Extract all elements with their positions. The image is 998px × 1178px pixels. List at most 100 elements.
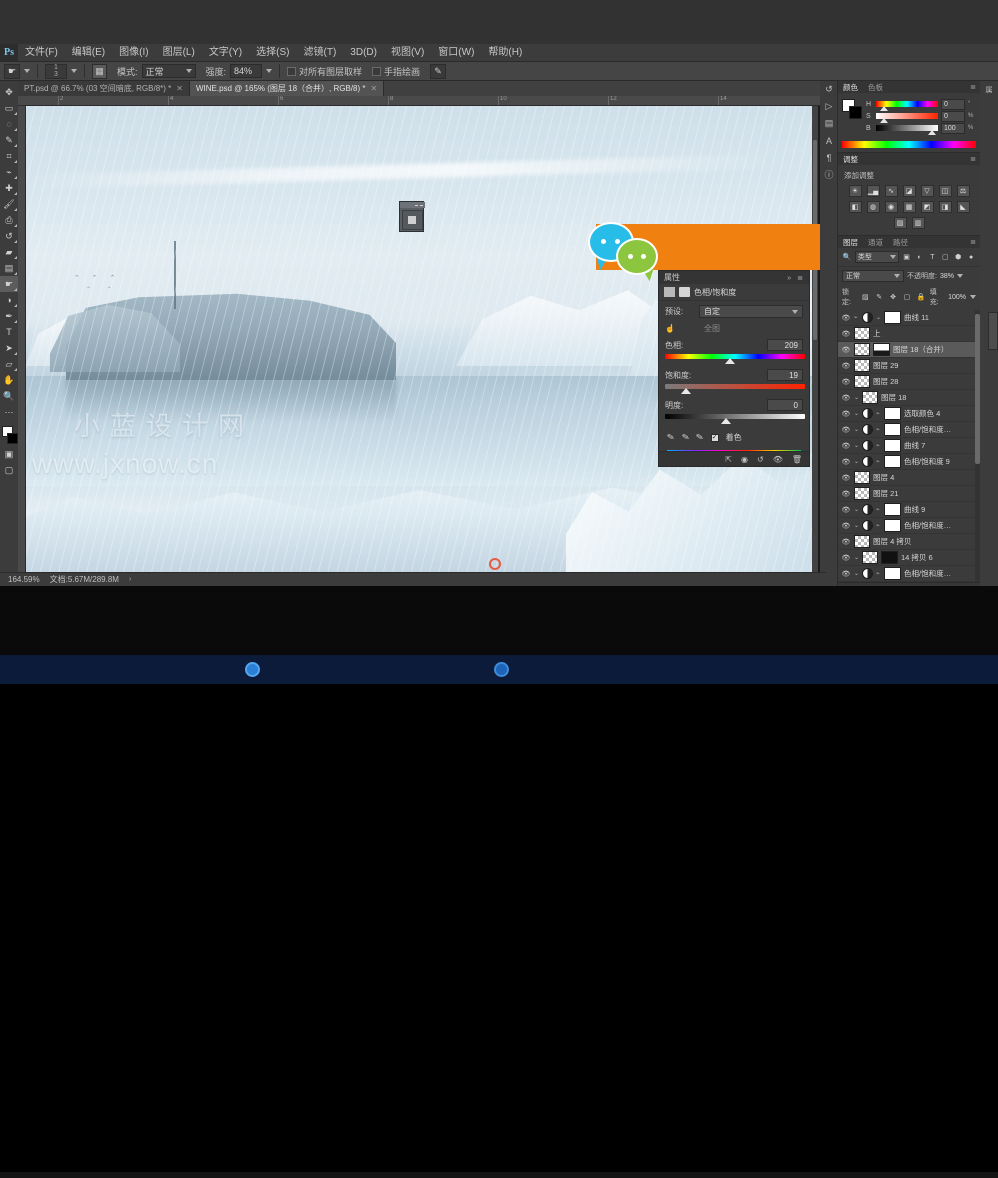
photo-filter-icon[interactable]: ◍ (867, 201, 880, 213)
table-row[interactable]: 👁 图层 29 (838, 358, 980, 374)
layers-list[interactable]: 👁 ⌁ ⌄ 曲线 11 👁 上 👁 (838, 310, 980, 582)
lock-image-icon[interactable]: ✎ (874, 292, 884, 303)
color-panel-swatches[interactable] (842, 99, 862, 119)
lightness-thumb[interactable] (721, 418, 731, 424)
table-row[interactable]: 👁 ⌄ ⌁ 选取颜色 4 (838, 406, 980, 422)
tab-layers[interactable]: 图层 (843, 237, 858, 248)
history-icon[interactable]: ↺ (820, 81, 838, 98)
zoom-level[interactable]: 164.59% (8, 575, 40, 584)
floating-mini-window-titlebar[interactable] (400, 202, 425, 208)
layer-visibility-icon[interactable]: 👁 (841, 314, 851, 322)
layer-mask-thumb[interactable] (884, 567, 901, 580)
close-icon-tab-wine[interactable]: ✕ (370, 84, 377, 93)
layer-pixel-thumb[interactable] (862, 391, 878, 404)
table-row[interactable]: 👁 ⌄ ⌁ 色相/饱和度… (838, 518, 980, 534)
layer-adjustment-thumb[interactable] (862, 456, 873, 467)
table-row[interactable]: 👁 ⌄ ⌁ 色相/饱和度… (838, 422, 980, 438)
vibrance-icon[interactable]: ▽ (921, 185, 934, 197)
chevron-down-icon-strength[interactable] (266, 69, 272, 73)
exposure-icon[interactable]: ◪ (903, 185, 916, 197)
layer-mask-thumb[interactable] (884, 439, 901, 452)
layer-mask-thumb[interactable] (884, 407, 901, 420)
eyedropper-subtract-icon[interactable]: ✎ (695, 431, 704, 443)
finger-painting-checkbox[interactable]: 手指绘画 (372, 65, 420, 78)
layer-adjustment-thumb[interactable] (862, 312, 873, 323)
layer-pixel-thumb[interactable] (854, 471, 870, 484)
table-row[interactable]: 👁 图层 4 拷贝 (838, 534, 980, 550)
hue-channel-value[interactable]: 0 (941, 99, 965, 110)
menu-item-edit[interactable]: 编辑(E) (65, 44, 112, 62)
layer-name[interactable]: 图层 21 (873, 488, 980, 499)
table-row[interactable]: 👁 图层 4 (838, 470, 980, 486)
channel-select[interactable]: 全图 (699, 322, 803, 334)
table-row[interactable]: 👁 图层 18（合并） (838, 342, 980, 358)
hue-thumb[interactable] (725, 358, 735, 364)
layer-adjustment-thumb[interactable] (862, 504, 873, 515)
info-icon[interactable]: ⓘ (820, 166, 838, 183)
blend-mode-select[interactable]: 正常 (142, 64, 196, 78)
layer-pixel-thumb[interactable] (854, 327, 870, 340)
layer-adjustment-thumb[interactable] (862, 424, 873, 435)
dock-far-label[interactable]: 属 (980, 86, 998, 96)
layer-visibility-icon[interactable]: 👁 (841, 362, 851, 370)
tab-properties[interactable]: 属性 (664, 272, 680, 283)
hue-slider[interactable] (659, 353, 809, 364)
preset-select[interactable]: 自定 (699, 305, 803, 318)
layer-visibility-icon[interactable]: 👁 (841, 490, 851, 498)
sample-all-layers-checkbox[interactable]: 对所有图层取样 (287, 65, 362, 78)
table-row[interactable]: 👁 图层 28 (838, 374, 980, 390)
saturation-channel-value[interactable]: 0 (941, 111, 965, 122)
clone-stamp-tool[interactable]: ⎙ (0, 212, 18, 228)
layer-adjustment-thumb[interactable] (862, 408, 873, 419)
reset-icon[interactable]: ↺ (757, 455, 764, 464)
quick-mask-toggle[interactable]: ▣ (0, 446, 18, 462)
type-tool[interactable]: T (0, 324, 18, 340)
panel-menu-icon[interactable]: ≣ (797, 275, 805, 282)
posterize-icon[interactable]: ◨ (939, 201, 952, 213)
libraries-icon[interactable]: ▤ (820, 115, 838, 132)
layer-blend-mode-select[interactable]: 正常 (842, 270, 904, 282)
lock-artboard-icon[interactable]: ▢ (902, 292, 912, 303)
chevron-down-icon[interactable] (24, 69, 30, 73)
layer-visibility-icon[interactable]: 👁 (841, 330, 851, 338)
paragraph-icon[interactable]: ¶ (820, 149, 838, 166)
layer-visibility-icon[interactable]: 👁 (841, 538, 851, 546)
hand-tool[interactable]: ✋ (0, 372, 18, 388)
screen-mode-toggle[interactable]: ▢ (0, 462, 18, 478)
table-row[interactable]: 👁 ⌄ 14 拷贝 6 (838, 550, 980, 566)
layer-name[interactable]: 色相/饱和度… (904, 568, 980, 579)
lightness-slider[interactable] (659, 413, 809, 424)
actions-icon[interactable]: ▷ (820, 98, 838, 115)
marquee-tool[interactable]: ▭ (0, 100, 18, 116)
layer-visibility-icon[interactable]: 👁 (841, 410, 851, 418)
gradient-tool[interactable]: ▤ (0, 260, 18, 276)
layer-pixel-thumb[interactable] (854, 359, 870, 372)
layer-mask-thumb[interactable] (881, 551, 898, 564)
curves-icon[interactable]: ∿ (885, 185, 898, 197)
type-filter-icon[interactable]: T (927, 252, 937, 263)
menu-item-help[interactable]: 帮助(H) (481, 44, 529, 62)
table-row[interactable]: 👁 上 (838, 326, 980, 342)
menu-item-view[interactable]: 视图(V) (384, 44, 431, 62)
layer-adjustment-thumb[interactable] (862, 568, 873, 579)
layer-name[interactable]: 色相/饱和度… (904, 520, 980, 531)
tab-color[interactable]: 颜色 (843, 82, 858, 93)
path-select-tool[interactable]: ➤ (0, 340, 18, 356)
tab-swatches[interactable]: 色板 (868, 82, 883, 93)
delete-icon[interactable]: 🗑 (792, 455, 802, 464)
taskbar-item-2[interactable] (494, 662, 509, 677)
lock-position-icon[interactable]: ✥ (888, 292, 898, 303)
quick-select-tool[interactable]: ✎ (0, 132, 18, 148)
layer-visibility-icon[interactable]: 👁 (841, 442, 851, 450)
document-tab-pt[interactable]: PT.psd @ 66.7% (03 空间暗底, RGB/8*) * ✕ (18, 81, 190, 96)
black-white-icon[interactable]: ◧ (849, 201, 862, 213)
layer-visibility-icon[interactable]: 👁 (841, 426, 851, 434)
adjustments-panel-menu-icon[interactable]: ≣ (970, 155, 976, 163)
color-balance-icon[interactable]: ⚖ (957, 185, 970, 197)
zoom-tool[interactable]: 🔍 (0, 388, 18, 404)
layer-visibility-icon[interactable]: 👁 (841, 474, 851, 482)
lock-transparent-icon[interactable]: ▨ (860, 292, 870, 303)
layer-name[interactable]: 图层 28 (873, 376, 980, 387)
layer-name[interactable]: 色相/饱和度 9 (904, 456, 980, 467)
chevron-down-icon-opacity[interactable] (957, 274, 963, 278)
